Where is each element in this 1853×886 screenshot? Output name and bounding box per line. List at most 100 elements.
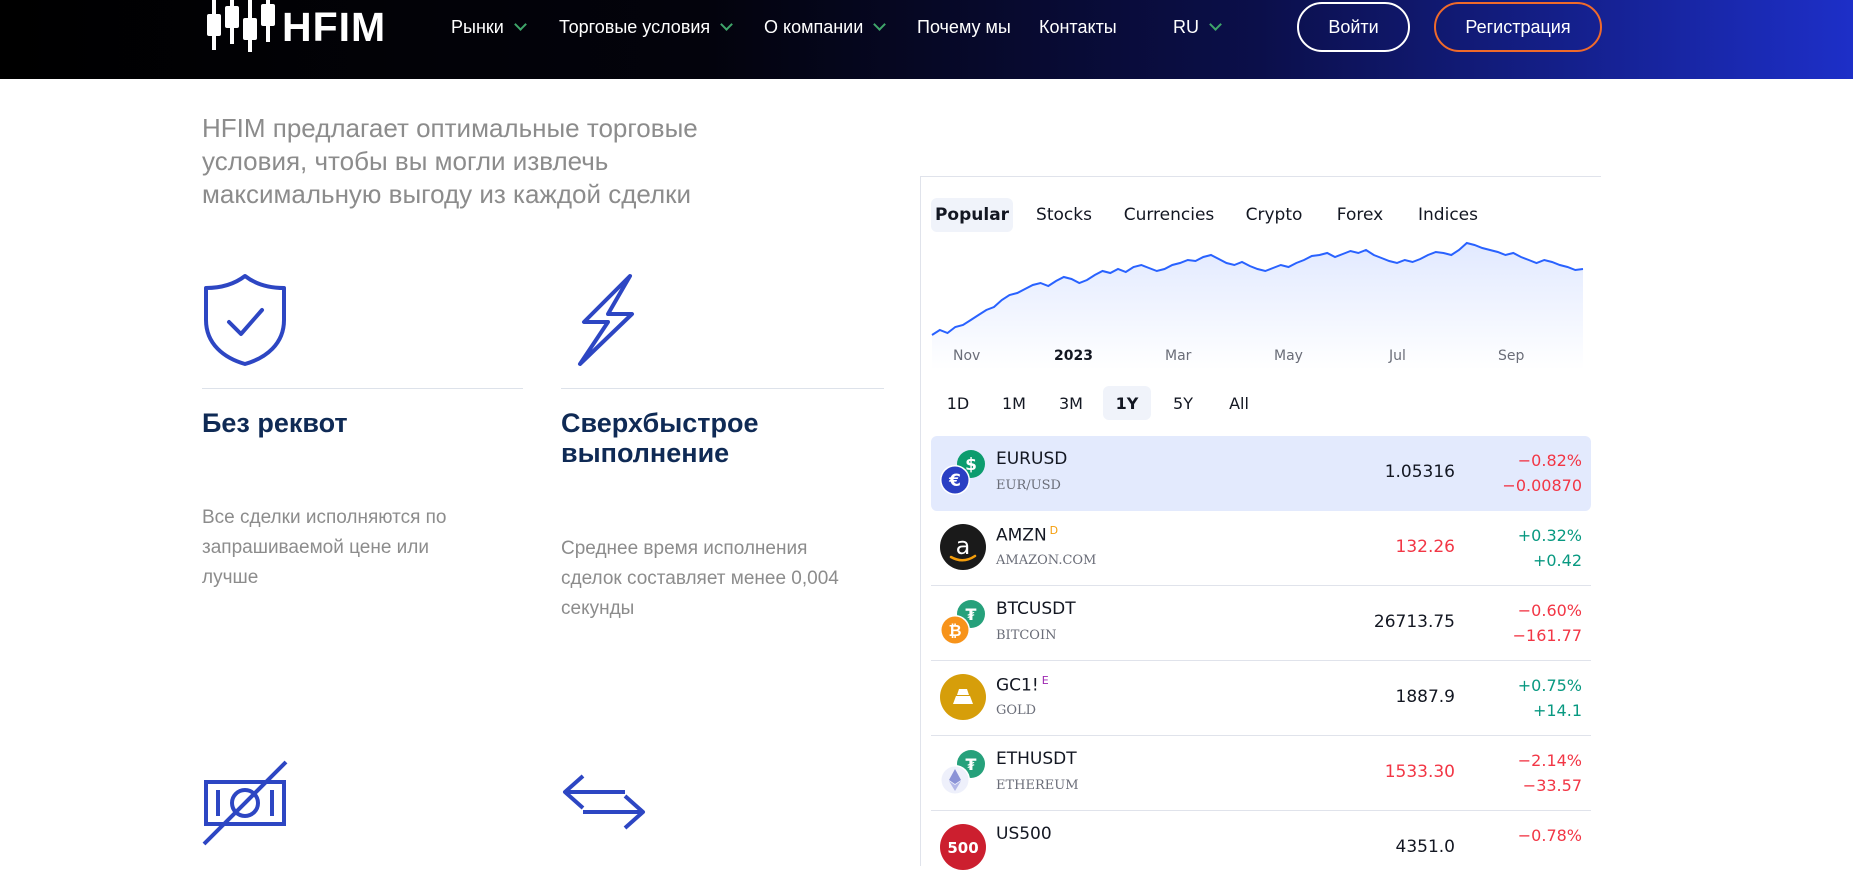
- tab-popular[interactable]: Popular: [931, 198, 1013, 232]
- change-absolute: −0.00870: [1502, 476, 1582, 495]
- amazon-icon: a: [940, 524, 986, 570]
- symbol-ticker: BTCUSDT: [996, 599, 1076, 619]
- symbol-ticker-text: AMZN: [996, 525, 1047, 546]
- range-1d[interactable]: 1D: [937, 386, 979, 420]
- range-1y[interactable]: 1Y: [1103, 386, 1151, 420]
- change-percent: +0.32%: [1517, 526, 1582, 545]
- nav-why-us-label: Почему мы: [917, 16, 1011, 37]
- feature-title: Сверхбыстрое выполнение: [561, 408, 759, 468]
- symbol-change: −0.82% −0.00870: [1502, 448, 1582, 498]
- range-all[interactable]: All: [1218, 386, 1260, 420]
- symbol-ticker: AMZN D: [996, 524, 1058, 546]
- exchange-badge: D: [1049, 524, 1059, 537]
- symbol-row-amzn[interactable]: a AMZN D AMAZON.COM 132.26 +0.32% +0.42: [931, 511, 1591, 586]
- gold-icon: [940, 674, 986, 720]
- sp500-icon: 500: [940, 824, 986, 870]
- hero-headline: HFIM предлагает оптимальные торговые усл…: [202, 113, 698, 209]
- tab-crypto[interactable]: Crypto: [1238, 198, 1310, 232]
- range-1m[interactable]: 1M: [993, 386, 1035, 420]
- price-area-chart[interactable]: [930, 235, 1585, 370]
- no-money-icon: [202, 760, 288, 846]
- svg-text:€: €: [948, 471, 961, 491]
- nav-contacts-label: Контакты: [1039, 16, 1117, 37]
- range-3m[interactable]: 3M: [1050, 386, 1092, 420]
- shield-check-icon: [204, 274, 286, 366]
- change-percent: +0.75%: [1517, 676, 1582, 695]
- symbol-name: EUR/USD: [996, 478, 1061, 493]
- change-percent: −2.14%: [1517, 751, 1582, 770]
- login-button[interactable]: Войти: [1297, 2, 1410, 52]
- symbol-row-ethusdt[interactable]: ₮ ETHUSDT ETHEREUM 1533.30 −2.14% −33.57: [931, 736, 1591, 811]
- nav-about[interactable]: О компании: [764, 15, 887, 39]
- chart-area-fill: [932, 243, 1583, 370]
- symbol-price: 132.26: [1395, 537, 1455, 557]
- nav-markets-label: Рынки: [451, 16, 504, 37]
- nav-markets[interactable]: Рынки: [451, 15, 527, 39]
- svg-text:a: a: [956, 532, 971, 560]
- x-axis-label: Jul: [1389, 348, 1406, 364]
- chevron-down-icon: [1209, 18, 1222, 31]
- chevron-down-icon: [513, 18, 527, 31]
- exchange-arrows-icon: [563, 774, 645, 830]
- symbol-price: 26713.75: [1373, 612, 1455, 632]
- logo[interactable]: HFIM: [200, 0, 400, 58]
- euro-dollar-icon: $ €: [940, 450, 985, 495]
- tab-currencies[interactable]: Currencies: [1118, 198, 1220, 232]
- change-absolute: +0.42: [1532, 551, 1582, 570]
- symbol-name: GOLD: [996, 703, 1037, 718]
- range-5y[interactable]: 5Y: [1162, 386, 1204, 420]
- symbol-row-us500[interactable]: 500 US500 4351.0 −0.78%: [931, 811, 1591, 886]
- x-axis-label: Nov: [953, 348, 981, 364]
- exchange-badge: E: [1041, 674, 1049, 687]
- language-selector[interactable]: RU: [1173, 15, 1222, 39]
- feature-divider: [202, 388, 523, 389]
- nav-contacts[interactable]: Контакты: [1039, 15, 1117, 39]
- x-axis-label: May: [1274, 348, 1303, 364]
- symbol-name: AMAZON.COM: [996, 553, 1097, 568]
- symbol-ticker: US500: [996, 824, 1052, 844]
- nav-trading-conditions[interactable]: Торговые условия: [559, 15, 734, 39]
- symbol-price: 1533.30: [1384, 762, 1455, 782]
- nav-trading-conditions-label: Торговые условия: [559, 16, 711, 37]
- symbol-change: −0.78%: [1518, 823, 1582, 848]
- symbol-row-gold[interactable]: GC1! E GOLD 1887.9 +0.75% +14.1: [931, 661, 1591, 736]
- symbol-ticker: ETHUSDT: [996, 749, 1077, 769]
- symbol-row-btcusdt[interactable]: ₮ ₿ BTCUSDT BITCOIN 26713.75 −0.60% −161…: [931, 586, 1591, 661]
- tab-stocks[interactable]: Stocks: [1029, 198, 1099, 232]
- symbol-price: 4351.0: [1395, 837, 1455, 857]
- nav-why-us[interactable]: Почему мы: [917, 15, 1011, 39]
- change-absolute: −33.57: [1522, 776, 1582, 795]
- change-percent: −0.82%: [1517, 451, 1582, 470]
- symbol-change: −2.14% −33.57: [1518, 748, 1582, 798]
- svg-text:500: 500: [947, 839, 978, 857]
- symbol-ticker-text: GC1!: [996, 675, 1039, 696]
- chevron-down-icon: [720, 18, 734, 31]
- symbol-name: ETHEREUM: [996, 778, 1079, 793]
- logo-text: HFIM: [282, 4, 387, 50]
- feature-divider: [561, 388, 884, 389]
- ethereum-tether-icon: ₮: [940, 750, 985, 795]
- feature-description: Все сделки исполняются по запрашиваемой …: [202, 507, 447, 588]
- x-axis-label: Mar: [1165, 348, 1192, 364]
- change-absolute: −161.77: [1512, 626, 1582, 645]
- candlestick-logo-icon: [207, 0, 275, 52]
- feature-title: Без реквот: [202, 408, 348, 438]
- register-button[interactable]: Регистрация: [1434, 2, 1602, 52]
- symbol-ticker: GC1! E: [996, 674, 1049, 696]
- x-axis-label: Sep: [1498, 348, 1525, 364]
- symbol-row-eurusd[interactable]: $ € EURUSD EUR/USD 1.05316 −0.82% −0.008…: [931, 436, 1591, 511]
- symbol-price: 1.05316: [1384, 462, 1455, 482]
- language-label: RU: [1173, 16, 1199, 37]
- symbol-change: −0.60% −161.77: [1513, 598, 1582, 648]
- x-axis-label: 2023: [1054, 348, 1093, 364]
- change-absolute: +14.1: [1532, 701, 1582, 720]
- bitcoin-tether-icon: ₮ ₿: [940, 600, 985, 645]
- change-percent: −0.60%: [1517, 601, 1582, 620]
- feature-description: Среднее время исполнения сделок составля…: [561, 538, 839, 619]
- symbol-price: 1887.9: [1395, 687, 1455, 707]
- symbol-change: +0.32% +0.42: [1518, 523, 1582, 573]
- tab-indices[interactable]: Indices: [1378, 198, 1518, 232]
- symbol-change: +0.75% +14.1: [1518, 673, 1582, 723]
- symbol-ticker: EURUSD: [996, 449, 1068, 469]
- nav-about-label: О компании: [764, 16, 864, 37]
